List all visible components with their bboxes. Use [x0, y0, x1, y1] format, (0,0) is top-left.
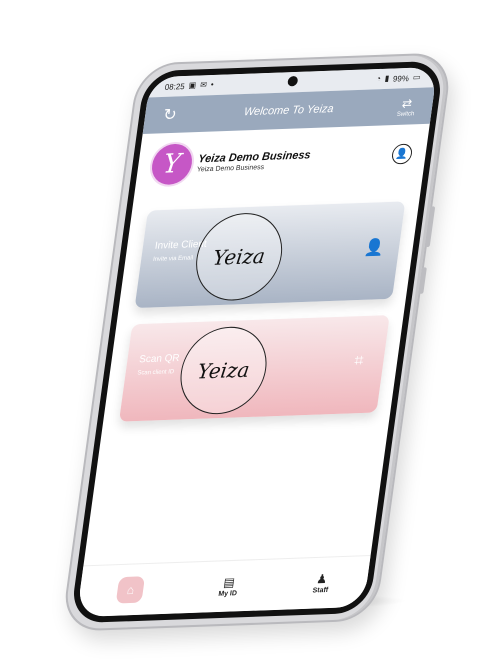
nav-my-id[interactable]: ▤ My ID: [217, 574, 239, 598]
power-button: [418, 267, 427, 294]
emblem-text: Yeiza: [196, 357, 252, 384]
qr-scan-icon: ⌗: [353, 352, 365, 370]
battery-text: 99%: [392, 73, 410, 84]
business-logo: Y: [149, 143, 195, 186]
switch-icon: ⇄: [401, 96, 413, 111]
bottom-nav: ⌂ ▤ My ID ♟ Staff: [76, 555, 371, 618]
id-card-icon: ▤: [222, 574, 236, 590]
nav-home[interactable]: ⌂: [115, 576, 146, 604]
status-time: 08:25: [164, 81, 186, 92]
profile-icon[interactable]: 👤: [390, 143, 414, 165]
phone-mockup: 08:25 ▣ ✉ • ◔ ▮ 99% ▭ ↻ Welcome To Yeiza…: [60, 52, 454, 632]
emblem-text: Yeiza: [211, 243, 267, 270]
nav-label: Staff: [312, 586, 329, 594]
yeiza-emblem: Yeiza: [190, 211, 288, 302]
nav-staff[interactable]: ♟ Staff: [312, 571, 330, 594]
battery-icon: ▭: [412, 72, 422, 82]
message-icon: ✉: [199, 80, 208, 90]
wifi-icon: ◔: [375, 73, 382, 84]
card-subtitle: Scan client ID: [136, 369, 175, 377]
volume-button: [424, 206, 436, 248]
signal-icon: ▮: [384, 73, 390, 83]
scan-qr-card[interactable]: Scan QR Scan client ID Yeiza ⌗: [118, 315, 390, 422]
add-user-icon: 👤: [363, 239, 386, 258]
yeiza-emblem: Yeiza: [174, 325, 273, 416]
switch-label: Switch: [396, 111, 415, 118]
notification-icon: ▣: [188, 80, 197, 90]
card-subtitle: Invite via Email: [152, 255, 194, 263]
invite-client-card[interactable]: Invite Client Invite via Email Yeiza 👤: [134, 201, 406, 309]
logo-letter: Y: [161, 148, 183, 180]
refresh-icon[interactable]: ↻: [157, 103, 182, 126]
nav-label: My ID: [217, 589, 238, 598]
page-title: Welcome To Yeiza: [243, 102, 335, 119]
business-header: Y Yeiza Demo Business Yeiza Demo Busines…: [149, 132, 415, 188]
dot-icon: •: [210, 79, 215, 90]
card-title: Scan QR: [138, 352, 181, 366]
switch-button[interactable]: ⇄ Switch: [391, 93, 423, 122]
home-icon: ⌂: [115, 576, 146, 604]
staff-icon: ♟: [315, 571, 329, 586]
